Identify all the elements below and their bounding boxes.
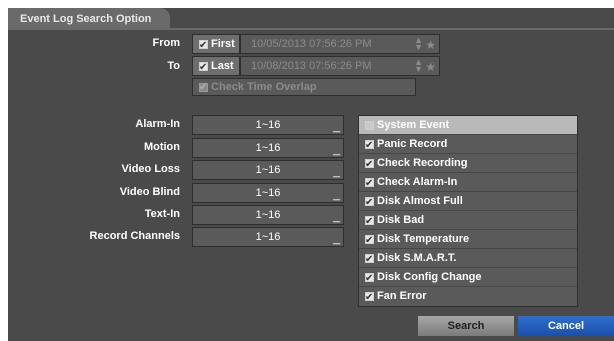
system-event-header-label: System Event [377, 119, 450, 131]
dropdown-icon: ▁ [333, 167, 340, 177]
list-item-label: Fan Error [377, 290, 427, 302]
list-item[interactable]: Panic Record [359, 135, 577, 155]
system-event-header[interactable]: System Event [359, 116, 577, 135]
checkbox-icon [199, 59, 208, 77]
list-item[interactable]: Disk Bad [359, 211, 577, 231]
calendar-star-icon[interactable]: ★ [425, 58, 436, 76]
video-blind-value: 1~16 [255, 187, 281, 199]
dropdown-icon: ▁ [333, 190, 340, 200]
checkbox-icon [365, 270, 374, 288]
first-label: First [211, 38, 235, 50]
list-item[interactable]: Check Alarm-In [359, 173, 577, 193]
alarm-in-label: Alarm-In [135, 118, 180, 130]
check-time-overlap-checkbox[interactable]: Check Time Overlap [192, 78, 416, 96]
alarm-in-value: 1~16 [255, 119, 281, 131]
check-time-overlap-label: Check Time Overlap [211, 81, 317, 93]
title-divider [170, 28, 614, 30]
checkbox-icon [199, 37, 208, 55]
list-item[interactable]: Disk S.M.A.R.T. [359, 249, 577, 269]
checkbox-icon [365, 232, 374, 250]
to-datetime-value: 10/08/2013 07:56:26 PM [251, 60, 372, 72]
list-item-label: Disk Bad [377, 214, 425, 226]
dropdown-icon: ▁ [333, 145, 340, 155]
video-loss-label: Video Loss [121, 163, 180, 175]
video-blind-select[interactable]: 1~16 ▁ [192, 183, 344, 203]
checkbox-icon [365, 120, 374, 130]
list-item[interactable]: Disk Temperature [359, 230, 577, 250]
checkbox-icon [365, 156, 374, 174]
text-in-value: 1~16 [255, 209, 281, 221]
list-item-label: Disk Temperature [377, 233, 470, 245]
text-in-select[interactable]: 1~16 ▁ [192, 205, 344, 225]
list-item[interactable]: Disk Almost Full [359, 192, 577, 212]
alarm-in-select[interactable]: 1~16 ▁ [192, 115, 344, 135]
system-event-list: System Event Panic Record Check Recordin… [358, 115, 578, 307]
list-item-label: Disk Almost Full [377, 195, 463, 207]
checkbox-icon [365, 289, 374, 307]
checkbox-icon [199, 80, 208, 96]
dialog-title: Event Log Search Option [8, 8, 170, 30]
text-in-label: Text-In [144, 208, 180, 220]
dropdown-icon: ▁ [333, 234, 340, 244]
record-channels-value: 1~16 [255, 231, 281, 243]
dropdown-icon: ▁ [333, 212, 340, 222]
list-item-label: Disk Config Change [377, 271, 482, 283]
video-blind-label: Video Blind [119, 186, 180, 198]
list-item-label: Check Alarm-In [377, 176, 458, 188]
list-item-label: Disk S.M.A.R.T. [377, 252, 457, 264]
record-channels-select[interactable]: 1~16 ▁ [192, 227, 344, 247]
checkbox-icon [365, 194, 374, 212]
spinner-icon[interactable]: ▲ ▼ [414, 58, 423, 74]
record-channels-label: Record Channels [89, 230, 180, 242]
checkbox-icon [365, 251, 374, 269]
video-loss-select[interactable]: 1~16 ▁ [192, 160, 344, 180]
dropdown-icon: ▁ [333, 122, 340, 132]
last-checkbox[interactable]: Last [192, 56, 240, 77]
first-checkbox[interactable]: First [192, 34, 240, 55]
motion-label: Motion [143, 141, 180, 153]
checkbox-icon [365, 137, 374, 155]
checkbox-icon [365, 213, 374, 231]
from-datetime-field[interactable]: 10/05/2013 07:56:26 PM ▲ ▼ ★ [240, 34, 440, 54]
list-item-label: Panic Record [377, 138, 448, 150]
to-datetime-field[interactable]: 10/08/2013 07:56:26 PM ▲ ▼ ★ [240, 56, 440, 76]
motion-select[interactable]: 1~16 ▁ [192, 138, 344, 158]
list-item[interactable]: Disk Config Change [359, 268, 577, 288]
spinner-icon[interactable]: ▲ ▼ [414, 36, 423, 52]
list-item[interactable]: Fan Error [359, 287, 577, 307]
to-label: To [167, 60, 180, 72]
cancel-button[interactable]: Cancel [518, 316, 614, 336]
motion-value: 1~16 [255, 142, 281, 154]
checkbox-icon [365, 175, 374, 193]
list-item-label: Check Recording [377, 157, 468, 169]
search-button[interactable]: Search [418, 316, 514, 336]
video-loss-value: 1~16 [255, 164, 281, 176]
last-label: Last [211, 60, 234, 72]
from-label: From [152, 37, 181, 49]
list-item[interactable]: Check Recording [359, 154, 577, 174]
calendar-star-icon[interactable]: ★ [425, 36, 436, 54]
from-datetime-value: 10/05/2013 07:56:26 PM [251, 38, 372, 50]
